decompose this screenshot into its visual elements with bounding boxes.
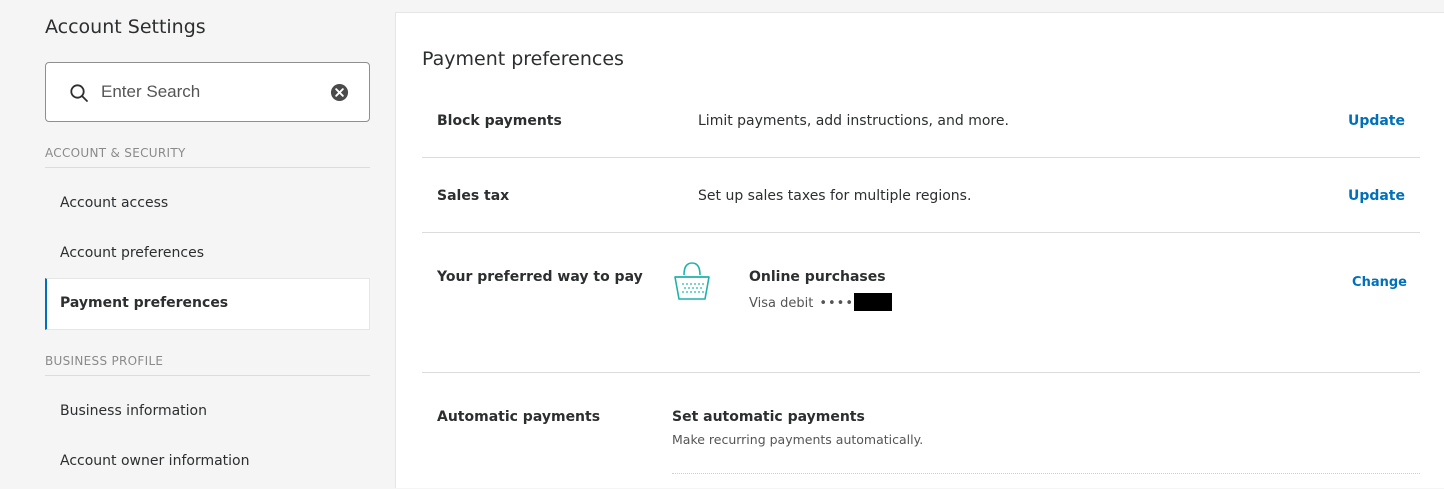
- shopping-basket-icon: [674, 262, 710, 300]
- payment-card-mask: ••••: [819, 296, 854, 311]
- automatic-payments-row: Automatic payments Set automatic payment…: [422, 373, 1420, 489]
- payment-method-details: Visa debit ••••: [749, 293, 892, 311]
- sidebar-item-account-owner-information[interactable]: Account owner information: [45, 436, 370, 486]
- payment-method-title: Online purchases: [749, 269, 886, 285]
- block-payments-update-link[interactable]: Update: [1348, 113, 1405, 129]
- sales-tax-row: Sales tax Set up sales taxes for multipl…: [422, 158, 1420, 233]
- row-label: Sales tax: [437, 188, 510, 204]
- section-label-business-profile: BUSINESS PROFILE: [45, 354, 370, 376]
- sidebar-item-label: Account owner information: [60, 453, 250, 469]
- sales-tax-update-link[interactable]: Update: [1348, 188, 1405, 204]
- divider: [672, 473, 1420, 474]
- search-box[interactable]: [45, 62, 370, 122]
- preferred-payment-change-link[interactable]: Change: [1352, 275, 1407, 290]
- payment-card-type: Visa debit: [749, 296, 814, 311]
- automatic-payments-title[interactable]: Set automatic payments: [672, 409, 865, 425]
- row-description: Limit payments, add instructions, and mo…: [698, 113, 1009, 129]
- sidebar-item-payment-preferences[interactable]: Payment preferences: [45, 278, 370, 330]
- row-description: Set up sales taxes for multiple regions.: [698, 188, 972, 204]
- page-title: Payment preferences: [422, 48, 624, 70]
- sidebar-item-label: Business information: [60, 403, 207, 419]
- sidebar-title: Account Settings: [45, 16, 206, 38]
- sidebar-item-account-access[interactable]: Account access: [45, 178, 370, 228]
- block-payments-row: Block payments Limit payments, add instr…: [422, 83, 1420, 158]
- row-label: Block payments: [437, 113, 562, 129]
- section-label-account-security: ACCOUNT & SECURITY: [45, 146, 370, 168]
- search-icon: [70, 84, 88, 102]
- main-panel: Payment preferences Block payments Limit…: [395, 12, 1444, 488]
- sidebar-item-label: Payment preferences: [60, 295, 229, 311]
- row-label: Automatic payments: [437, 409, 601, 425]
- preferred-payment-row: Your preferred way to pay Online purchas…: [422, 233, 1420, 373]
- sidebar-item-business-information[interactable]: Business information: [45, 386, 370, 436]
- sidebar-item-label: Account access: [60, 195, 169, 211]
- sidebar-item-account-preferences[interactable]: Account preferences: [45, 228, 370, 278]
- row-label: Your preferred way to pay: [437, 269, 643, 285]
- clear-search-icon[interactable]: [330, 83, 349, 102]
- automatic-payments-description: Make recurring payments automatically.: [672, 432, 924, 447]
- sidebar: Account Settings ACCOUNT & SECURITY Acco…: [0, 0, 395, 488]
- search-input[interactable]: [101, 77, 321, 107]
- redacted-card-number: [853, 293, 892, 311]
- sidebar-item-label: Account preferences: [60, 245, 205, 261]
